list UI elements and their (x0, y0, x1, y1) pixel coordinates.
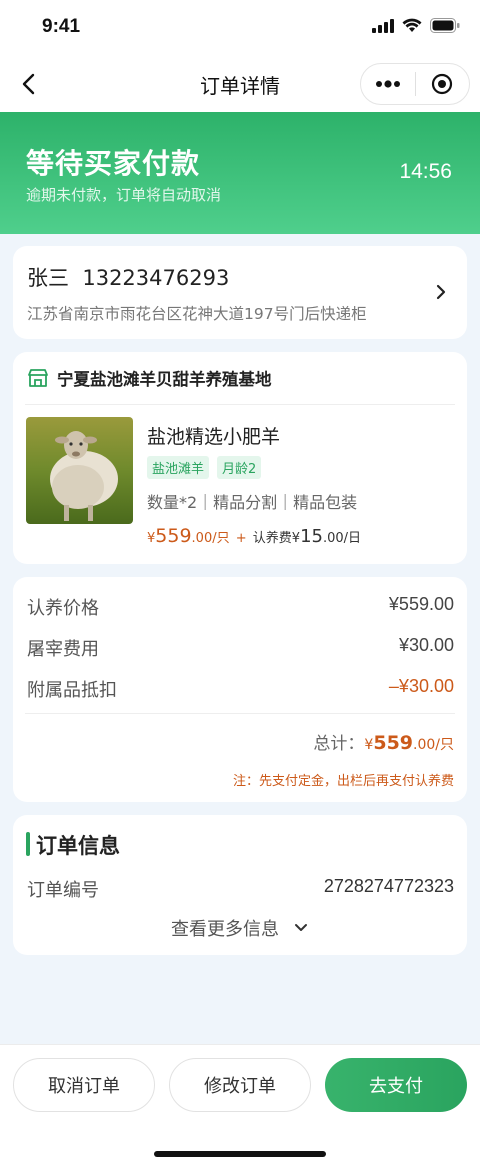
tag-age: 月龄2 (217, 456, 262, 479)
address-detail: 江苏省南京市雨花台区花神大道197号门后快递柜 (27, 305, 367, 323)
chevron-down-icon (295, 924, 307, 931)
shop-row[interactable]: 宁夏盐池滩羊贝甜羊养殖基地 (27, 366, 272, 390)
view-more-button[interactable]: 查看更多信息 (13, 915, 467, 941)
countdown-timer: 14:56 (399, 160, 452, 183)
home-indicator (154, 1151, 326, 1157)
product-price-line: ¥559.00/只 + 认养费¥15.00/日 (147, 525, 361, 547)
pay-button[interactable]: 去支付 (325, 1058, 467, 1112)
summary-divider (25, 713, 455, 714)
summary-label-slaughter: 屠宰费用 (27, 639, 99, 660)
target-icon (432, 73, 453, 95)
product-image[interactable] (26, 417, 133, 524)
fee-label: 认养费¥ (252, 531, 301, 546)
price-integer: 559 (155, 525, 192, 547)
cancel-order-button[interactable]: 取消订单 (13, 1058, 155, 1112)
close-miniprogram-button[interactable] (416, 64, 470, 104)
total-line: 总计：¥559.00/只 (313, 729, 454, 754)
section-accent-bar (26, 832, 30, 856)
summary-value-deduction: –¥30.00 (388, 676, 454, 696)
shop-divider (25, 404, 455, 405)
total-integer: 559 (373, 732, 414, 754)
payment-note: 注：先支付定金，出栏后再支付认养费 (232, 774, 454, 789)
fee-integer: 15 (300, 526, 323, 547)
fee-unit: .00/日 (322, 531, 362, 546)
bottom-action-bar: 取消订单 修改订单 去支付 (0, 1044, 480, 1167)
address-card[interactable]: 张三 13223476293 江苏省南京市雨花台区花神大道197号门后快递柜 (13, 246, 467, 339)
summary-value-slaughter: ¥30.00 (398, 635, 454, 655)
product-card: 宁夏盐池滩羊贝甜羊养殖基地 盐池精选小肥羊 盐池滩羊 月龄2 数量*2｜精品分割… (13, 352, 467, 564)
miniprogram-capsule (360, 63, 470, 105)
tag-breed: 盐池滩羊 (147, 456, 210, 479)
status-title: 等待买家付款 (26, 147, 201, 180)
summary-label-adoption: 认养价格 (27, 598, 99, 619)
status-icons (372, 18, 460, 33)
more-button[interactable] (361, 64, 415, 104)
order-status-banner: 等待买家付款 逾期未付款，订单将自动取消 14:56 (0, 112, 480, 234)
battery-icon (430, 18, 460, 33)
summary-label-deduction: 附属品抵扣 (27, 680, 117, 701)
nav-bar: 订单详情 (0, 58, 480, 112)
view-more-label: 查看更多信息 (171, 919, 279, 940)
product-title: 盐池精选小肥羊 (147, 426, 281, 448)
order-info-title: 订单信息 (36, 834, 120, 858)
wifi-icon (402, 18, 422, 32)
order-number-label: 订单编号 (27, 880, 99, 901)
product-tags: 盐池滩羊 月龄2 (147, 456, 262, 479)
more-dots-icon (375, 80, 400, 88)
status-time: 9:41 (42, 16, 81, 37)
modify-order-button[interactable]: 修改订单 (169, 1058, 311, 1112)
sheep-image (26, 417, 133, 524)
product-spec: 数量*2｜精品分割｜精品包装 (147, 493, 358, 512)
summary-value-adoption: ¥559.00 (388, 594, 454, 614)
total-symbol: ¥ (364, 737, 374, 753)
total-label: 总计： (313, 734, 365, 754)
total-unit: .00/只 (413, 737, 454, 753)
price-unit: .00/只 (191, 531, 230, 546)
shop-icon (28, 369, 48, 387)
order-info-card: 订单信息 订单编号 2728274772323 查看更多信息 (13, 815, 467, 955)
shop-name: 宁夏盐池滩羊贝甜羊养殖基地 (57, 370, 272, 389)
order-number-value: 2728274772323 (323, 876, 454, 896)
signal-icon (372, 18, 394, 33)
plus-sign: + (235, 531, 247, 546)
status-subtitle: 逾期未付款，订单将自动取消 (26, 186, 222, 204)
price-summary-card: 认养价格 ¥559.00 屠宰费用 ¥30.00 附属品抵扣 –¥30.00 总… (13, 577, 467, 802)
chevron-right-icon (436, 284, 446, 300)
recipient-name-phone: 张三 13223476293 (27, 266, 230, 290)
status-bar: 9:41 (0, 0, 480, 58)
